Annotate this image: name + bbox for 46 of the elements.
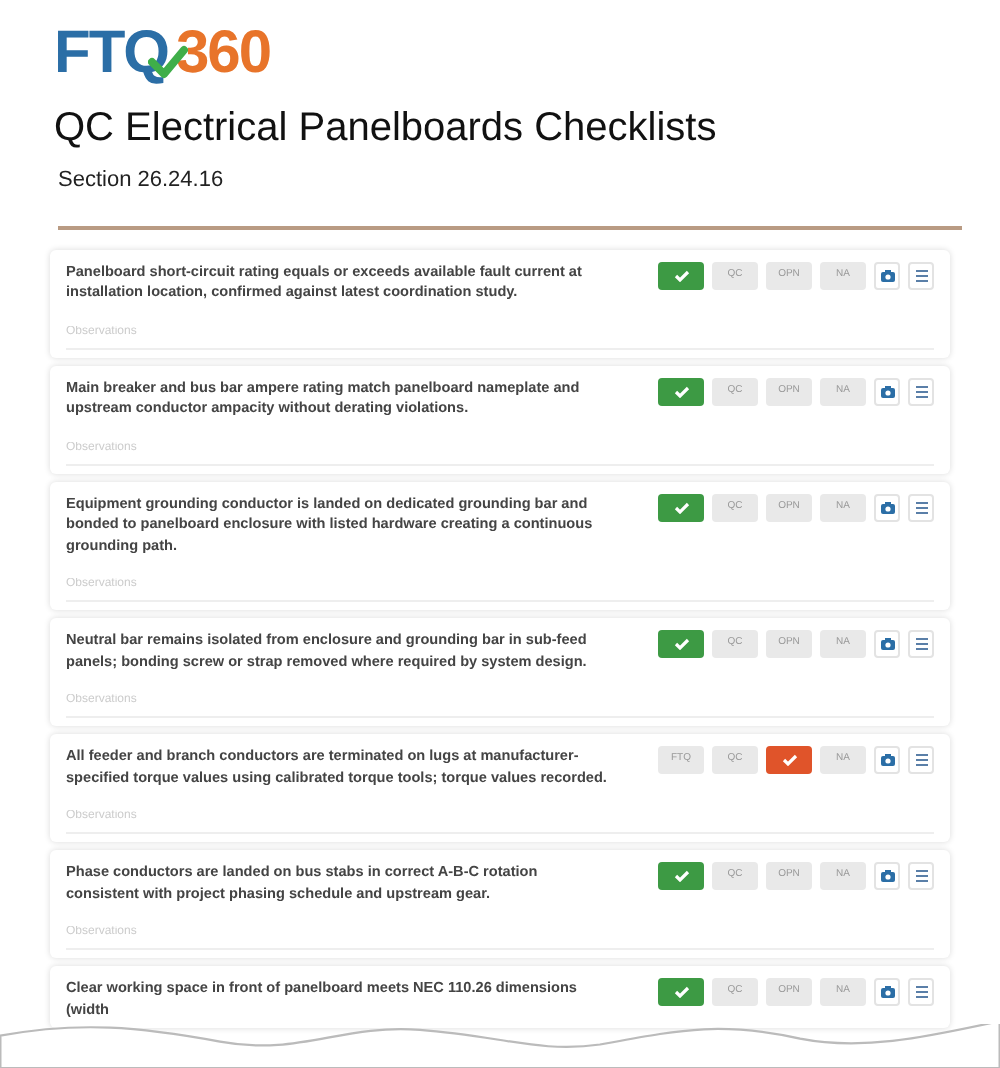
logo-text: 360 [176,20,271,88]
check-button[interactable] [658,377,704,405]
camera-icon [879,636,895,652]
logo-text: FTQ [54,20,168,88]
menu-icon [913,868,929,884]
menu-button[interactable] [908,978,934,1006]
menu-button[interactable] [908,377,934,405]
check-icon [781,754,797,766]
camera-icon [879,267,895,283]
menu-button[interactable] [908,493,934,521]
check-icon [673,385,689,397]
menu-icon [913,383,929,399]
check-button[interactable] [658,261,704,289]
menu-button[interactable] [908,862,934,890]
check-icon [673,986,689,998]
menu-button[interactable] [908,261,934,289]
menu-icon [913,267,929,283]
camera-icon [879,383,895,399]
menu-icon [913,499,929,515]
check-icon [673,269,689,281]
check-button[interactable] [658,630,704,658]
camera-button[interactable] [874,862,900,890]
camera-icon [879,752,895,768]
check-button[interactable] [766,746,812,774]
menu-button[interactable] [908,630,934,658]
camera-button[interactable] [874,746,900,774]
camera-button[interactable] [874,630,900,658]
camera-icon [879,868,895,884]
camera-button[interactable] [874,493,900,521]
menu-icon [913,636,929,652]
menu-icon [913,984,929,1000]
section-label: Section 26.24.16 [58,166,226,196]
camera-button[interactable] [874,261,900,289]
camera-icon [879,499,895,515]
check-icon [673,501,689,513]
camera-button[interactable] [874,978,900,1006]
check-icon [673,870,689,882]
camera-button[interactable] [874,377,900,405]
check-button[interactable] [658,493,704,521]
page-title: QC Electrical Panelboards Checklists [54,104,719,154]
check-button[interactable] [658,862,704,890]
check-button[interactable] [658,978,704,1006]
check-icon [673,638,689,650]
menu-icon [913,752,929,768]
menu-button[interactable] [908,746,934,774]
camera-icon [879,984,895,1000]
